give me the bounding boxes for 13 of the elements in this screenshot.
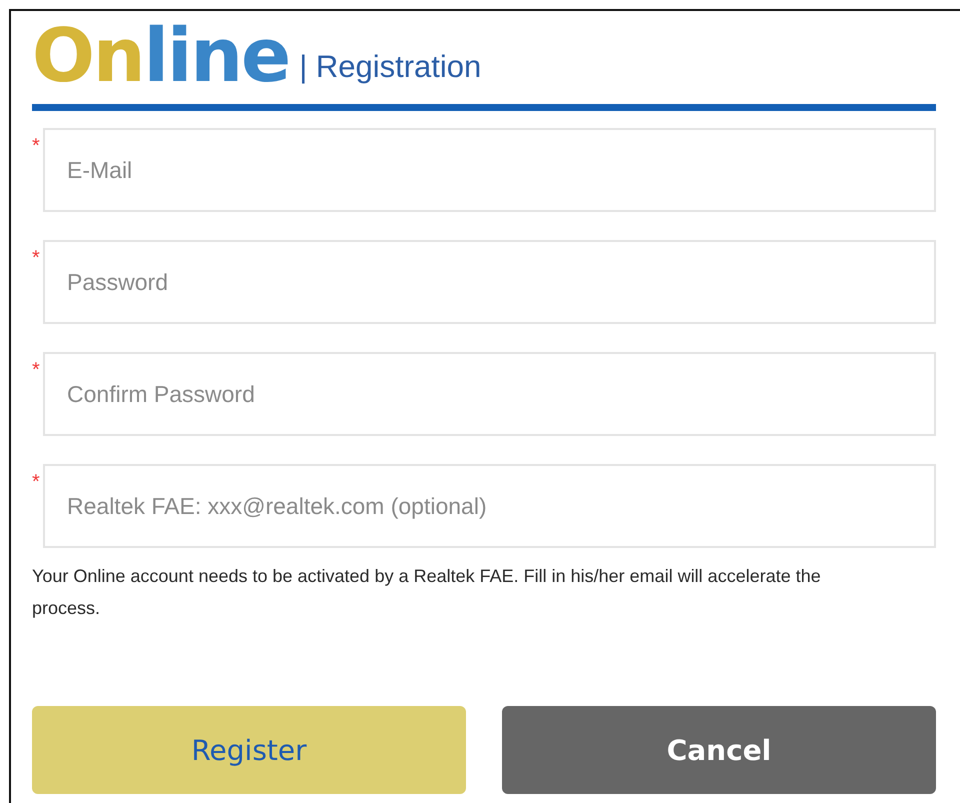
input-field[interactable]: Password	[43, 240, 936, 324]
logo: Online	[32, 19, 290, 95]
required-mark: *	[32, 248, 41, 268]
input-field[interactable]: E-Mail	[43, 128, 936, 212]
required-mark: *	[32, 360, 41, 380]
cancel-button[interactable]: Cancel	[502, 706, 936, 794]
required-mark: *	[32, 472, 41, 492]
input-field[interactable]: Confirm Password	[43, 352, 936, 436]
register-button[interactable]: Register	[32, 706, 466, 794]
help-text: Your Online account needs to be activated by a Realtek FAE. Fill in his/her email will accelerate the process.	[32, 565, 822, 620]
required-mark: *	[32, 136, 41, 156]
page-title: | Registration	[299, 49, 482, 86]
input-field[interactable]: Realtek FAE: xxx@realtek.com (optional)	[43, 464, 936, 548]
